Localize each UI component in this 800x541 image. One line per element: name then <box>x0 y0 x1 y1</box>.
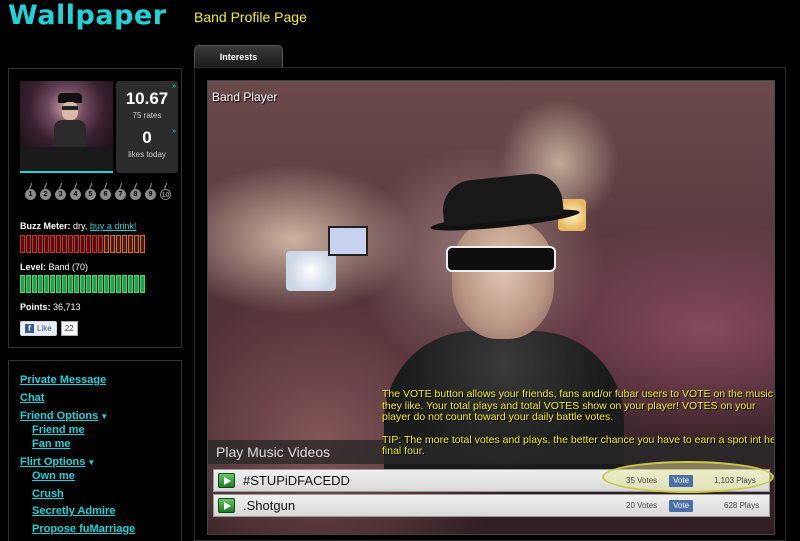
profile-menu: Private Message Chat Friend Options ▼ Fri… <box>8 360 182 541</box>
level-dot: 7 <box>113 183 128 201</box>
profile-panel: » 10.67 75 rates » 0 likes today 1 2 3 4… <box>8 68 182 348</box>
facebook-like: f Like 22 <box>20 321 78 336</box>
track-votes: 20 Votes <box>626 501 658 510</box>
likes-value: 0 <box>142 128 152 147</box>
rates-count: 75 rates <box>132 111 162 120</box>
level-dot: 8 <box>128 183 143 201</box>
level-value: Band (70) <box>48 262 89 272</box>
buzz-meter-bar <box>20 235 145 253</box>
level-bar <box>20 275 145 293</box>
caret-down-icon: ▼ <box>87 458 96 467</box>
profile-photo[interactable] <box>20 81 113 147</box>
vote-button[interactable]: Vote <box>669 500 694 512</box>
buy-a-drink-link[interactable]: buy a drink! <box>90 221 137 231</box>
photo-bar <box>20 147 113 173</box>
level-dot: 1 <box>23 183 38 201</box>
facebook-like-count: 22 <box>60 321 78 336</box>
page-label: Band Profile Page <box>194 9 307 25</box>
play-music-videos-label: Play Music Videos <box>216 444 331 460</box>
facebook-icon: f <box>25 324 34 333</box>
rating-arrow-icon[interactable]: » <box>172 83 176 90</box>
player-video[interactable]: Band Player Play Music Videos #STUPiDFAC… <box>207 80 775 535</box>
level-dot: 10 <box>158 183 173 201</box>
level-dot: 6 <box>98 183 113 201</box>
chat-link[interactable]: Chat <box>20 392 44 404</box>
band-player: Band Player Play Music Videos #STUPiDFAC… <box>194 67 786 541</box>
own-me-link[interactable]: Own me <box>32 470 75 482</box>
private-message-link[interactable]: Private Message <box>20 374 106 386</box>
track-votes: 35 Votes <box>626 476 658 485</box>
track-row: .Shotgun 20 Votes Vote 628 Plays <box>213 494 770 517</box>
vote-button[interactable]: Vote <box>669 475 694 487</box>
crush-link[interactable]: Crush <box>32 488 64 500</box>
caret-down-icon: ▼ <box>100 412 109 421</box>
fan-me-link[interactable]: Fan me <box>32 438 71 450</box>
friend-me-link[interactable]: Friend me <box>32 424 85 436</box>
level-label: Level: Band (70) <box>20 262 89 272</box>
likes-label: likes today <box>128 150 166 159</box>
level-dot: 2 <box>38 183 53 201</box>
buzz-meter-value: dry, <box>73 221 88 231</box>
vote-tip: The VOTE button allows your friends, fan… <box>382 388 775 469</box>
track-plays: 1,103 Plays <box>714 476 756 485</box>
points-value: 36,713 <box>53 302 81 312</box>
rating-value: 10.67 <box>125 89 169 108</box>
tab-interests[interactable]: Interests <box>194 45 283 67</box>
player-title: Band Player <box>212 90 278 104</box>
tip-text: TIP: The more total votes and plays, the… <box>382 433 775 457</box>
level-dots: 1 2 3 4 5 6 7 8 9 10 <box>23 183 173 205</box>
buzz-meter-label: Buzz Meter: dry, buy a drink! <box>20 221 137 231</box>
play-icon[interactable] <box>218 473 235 488</box>
propose-link[interactable]: Propose fuMarriage <box>32 523 135 535</box>
likes-arrow-icon[interactable]: » <box>172 128 176 135</box>
track-row: #STUPiDFACEDD 35 Votes Vote 1,103 Plays <box>213 461 774 493</box>
level-dot: 9 <box>143 183 158 201</box>
points: Points: 36,713 <box>20 302 81 312</box>
track-plays: 628 Plays <box>724 501 760 510</box>
site-title[interactable]: Wallpaper <box>8 0 167 31</box>
secretly-admire-link[interactable]: Secretly Admire <box>32 505 115 517</box>
level-dot: 5 <box>83 183 98 201</box>
friend-options-menu[interactable]: Friend Options ▼ <box>20 410 108 422</box>
flirt-options-menu[interactable]: Flirt Options ▼ <box>20 456 95 468</box>
track-name[interactable]: .Shotgun <box>243 498 295 513</box>
vote-tip-text: The VOTE button allows your friends, fan… <box>382 388 774 423</box>
stats-box: » 10.67 75 rates » 0 likes today <box>116 81 178 173</box>
level-dot: 3 <box>53 183 68 201</box>
level-dot: 4 <box>68 183 83 201</box>
facebook-like-button[interactable]: f Like <box>20 321 57 336</box>
track-name[interactable]: #STUPiDFACEDD <box>243 473 350 488</box>
play-icon[interactable] <box>218 498 235 513</box>
